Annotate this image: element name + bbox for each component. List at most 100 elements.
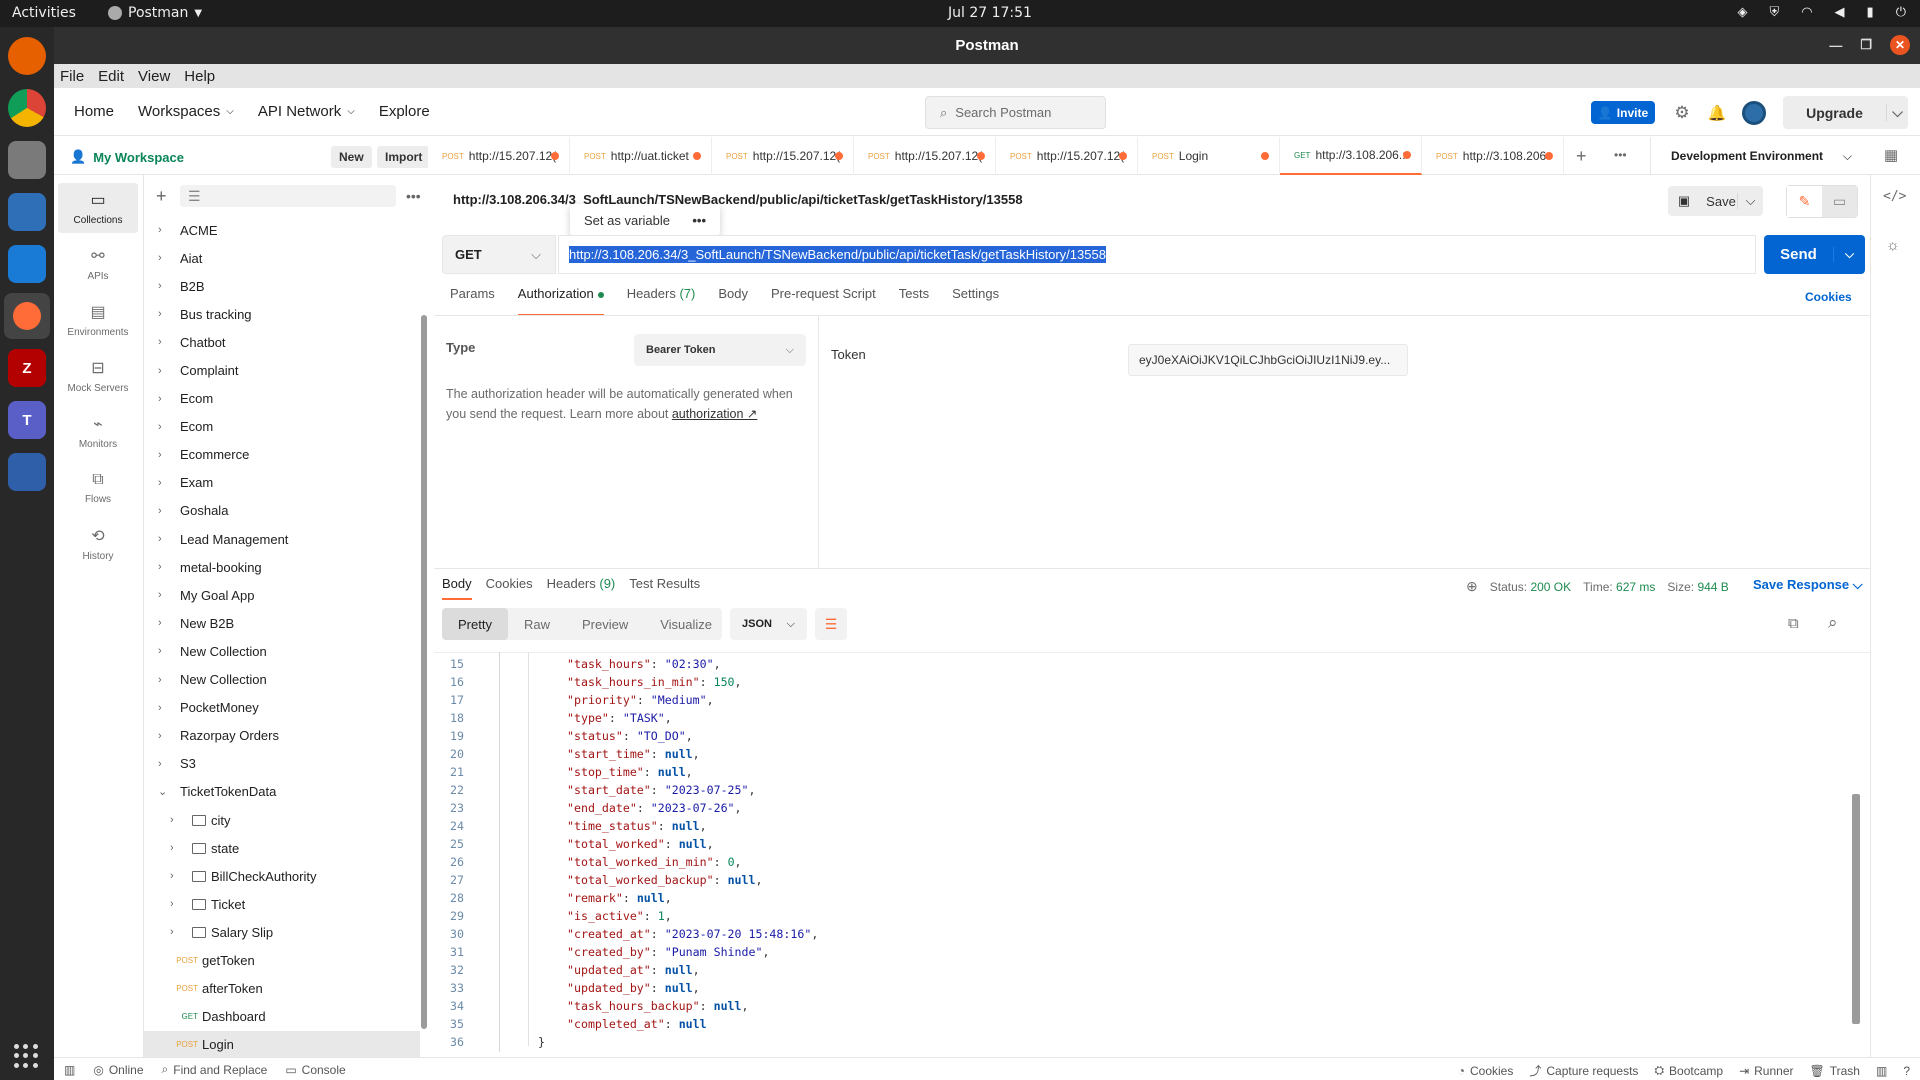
nav-api-network[interactable]: API Network ⌵ xyxy=(258,103,355,120)
postman-dock-icon[interactable] xyxy=(4,293,50,339)
auth-type-select[interactable]: Bearer Token ⌵ xyxy=(634,334,806,366)
maximize-icon[interactable]: ❐ xyxy=(1860,37,1872,53)
lightbulb-icon[interactable]: ☼ xyxy=(1886,237,1900,254)
url-input[interactable]: http://3.108.206.34/3_SoftLaunch/TSNewBa… xyxy=(558,235,1756,274)
collection-item[interactable]: › S3 xyxy=(144,750,420,778)
menu-view[interactable]: View xyxy=(138,68,170,85)
request-title[interactable]: http://3.108.206.34/3_SoftLaunch/TSNewBa… xyxy=(453,192,1023,207)
set-as-variable-button[interactable]: Set as variable xyxy=(584,213,670,228)
collection-item[interactable]: › My Goal App xyxy=(144,581,420,609)
avatar[interactable] xyxy=(1742,101,1766,125)
globe-icon[interactable]: ⊕ xyxy=(1466,578,1478,595)
environment-quicklook-icon[interactable]: ▦ xyxy=(1884,146,1898,164)
collection-item[interactable]: › metal-booking xyxy=(144,553,420,581)
collection-item[interactable]: › Complaint xyxy=(144,356,420,384)
firefox-icon[interactable] xyxy=(8,37,46,75)
show-apps-icon[interactable] xyxy=(14,1044,38,1068)
two-pane-icon[interactable]: ▥ xyxy=(1876,1064,1887,1078)
view-visualize[interactable]: Visualize xyxy=(644,608,728,640)
comment-icon[interactable]: ▭ xyxy=(1822,186,1857,217)
send-button[interactable]: Send ⌵ xyxy=(1764,235,1865,274)
response-tab-headers[interactable]: Headers (9) xyxy=(547,576,616,600)
shield-icon[interactable]: ⛨ xyxy=(1769,5,1779,20)
copy-icon[interactable]: ⧉ xyxy=(1788,615,1799,632)
collection-item-expanded[interactable]: ⌄ TicketTokenData xyxy=(144,778,420,806)
tab-headers[interactable]: Headers (7) xyxy=(627,286,696,316)
chevron-down-icon[interactable]: ⌵ xyxy=(1737,193,1763,209)
tab-body[interactable]: Body xyxy=(718,286,748,316)
save-response-button[interactable]: Save Response ⌵ xyxy=(1753,577,1863,593)
tab-pre-request-script[interactable]: Pre-request Script xyxy=(771,286,876,316)
edit-pencil-icon[interactable]: ✎ xyxy=(1787,186,1822,217)
layout-icon[interactable]: ▥ xyxy=(64,1063,75,1077)
minimize-icon[interactable]: — xyxy=(1829,38,1842,53)
filezilla-icon[interactable]: Z xyxy=(8,349,46,387)
battery-icon[interactable]: ▮ xyxy=(1867,5,1874,20)
online-status[interactable]: ◎ Online xyxy=(93,1063,143,1077)
authorization-link[interactable]: authorization ↗ xyxy=(672,407,758,421)
invite-button[interactable]: 👤 Invite xyxy=(1591,101,1655,124)
folder-item[interactable]: › Ticket xyxy=(144,890,420,918)
request-tab-active[interactable]: GET http://3.108.206.: xyxy=(1280,137,1422,175)
response-tab-cookies[interactable]: Cookies xyxy=(486,576,533,600)
tab-params[interactable]: Params xyxy=(450,286,495,316)
folder-item[interactable]: › BillCheckAuthority xyxy=(144,862,420,890)
more-icon[interactable]: ••• xyxy=(1614,148,1627,162)
wrap-lines-icon[interactable]: ☰ xyxy=(815,608,847,640)
runner-button[interactable]: ⇥ Runner xyxy=(1739,1064,1793,1078)
teams-icon[interactable]: T xyxy=(8,401,46,439)
cookies-button[interactable]: ◔ Cookies xyxy=(1458,1064,1514,1078)
request-tab[interactable]: POST http://3.108.206 xyxy=(1422,137,1564,175)
collection-item[interactable]: › Exam xyxy=(144,469,420,497)
size-item[interactable]: Size: 944 B xyxy=(1667,580,1728,594)
activities-button[interactable]: Activities xyxy=(12,5,76,21)
new-button[interactable]: New xyxy=(331,146,372,168)
collection-item[interactable]: › New Collection xyxy=(144,666,420,694)
tab-settings[interactable]: Settings xyxy=(952,286,999,316)
request-item[interactable]: POST getToken xyxy=(144,946,420,974)
files-icon[interactable] xyxy=(8,141,46,179)
nav-home[interactable]: Home xyxy=(74,103,114,120)
clock[interactable]: Jul 27 17:51 xyxy=(948,5,1032,21)
wifi-icon[interactable]: ◠ xyxy=(1801,5,1812,20)
status-item[interactable]: Status: 200 OK xyxy=(1490,580,1571,594)
code-scrollbar[interactable] xyxy=(1852,794,1860,1024)
request-tab[interactable]: POST http://15.207.12( xyxy=(428,137,570,175)
collection-item[interactable]: › New Collection xyxy=(144,637,420,665)
dbeaver-icon[interactable] xyxy=(8,453,46,491)
view-preview[interactable]: Preview xyxy=(566,608,644,640)
code-icon[interactable]: </> xyxy=(1883,189,1906,204)
method-select[interactable]: GET ⌵ xyxy=(442,235,556,274)
request-tab[interactable]: POST Login xyxy=(1138,137,1280,175)
menu-file[interactable]: File xyxy=(60,68,84,85)
sidebar-item-environments[interactable]: ▤ Environments xyxy=(58,295,138,345)
folder-item[interactable]: › Salary Slip xyxy=(144,918,420,946)
request-item[interactable]: POST afterToken xyxy=(144,975,420,1003)
nav-explore[interactable]: Explore xyxy=(379,103,430,120)
console-button[interactable]: ▭ Console xyxy=(285,1063,345,1077)
menu-edit[interactable]: Edit xyxy=(98,68,124,85)
upgrade-button[interactable]: Upgrade ⌵ xyxy=(1783,96,1908,129)
collection-item[interactable]: › Aiat xyxy=(144,244,420,272)
close-icon[interactable]: ✕ xyxy=(1890,35,1910,55)
new-tab-icon[interactable]: + xyxy=(1576,146,1587,167)
collection-item[interactable]: › B2B xyxy=(144,272,420,300)
collection-item[interactable]: › Lead Management xyxy=(144,525,420,553)
capture-requests-button[interactable]: ⤴ Capture requests xyxy=(1529,1062,1638,1079)
format-select[interactable]: JSON ⌵ xyxy=(730,608,807,640)
filter-input[interactable]: ☰ xyxy=(180,185,396,207)
collection-item[interactable]: › Ecommerce xyxy=(144,441,420,469)
sidebar-item-apis[interactable]: ⚯ APIs xyxy=(58,239,138,289)
gear-icon[interactable]: ⚙ xyxy=(1670,101,1694,125)
sidebar-item-monitors[interactable]: ⌁ Monitors xyxy=(58,407,138,457)
environment-selector[interactable]: Development Environment ⌵ xyxy=(1650,137,1862,175)
view-pretty[interactable]: Pretty xyxy=(442,608,508,640)
bootcamp-button[interactable]: ⛭ Bootcamp xyxy=(1654,1063,1723,1078)
writer-icon[interactable] xyxy=(8,193,46,231)
more-icon[interactable]: ••• xyxy=(406,185,421,207)
help-icon[interactable]: ? xyxy=(1903,1064,1910,1078)
cookies-link[interactable]: Cookies xyxy=(1805,290,1852,304)
import-button[interactable]: Import xyxy=(377,146,431,168)
token-input[interactable]: eyJ0eXAiOiJKV1QiLCJhbGciOiJIUzI1NiJ9.ey.… xyxy=(1128,344,1408,376)
search-input[interactable]: ⌕ Search Postman xyxy=(925,96,1106,129)
